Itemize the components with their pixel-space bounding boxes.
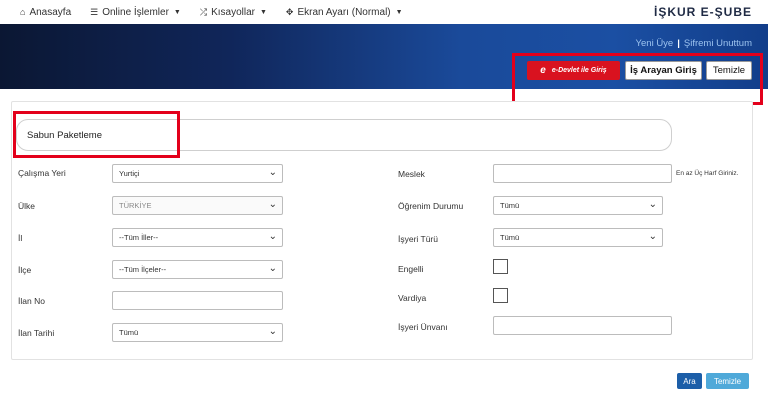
nav-screen-settings-label: Ekran Ayarı (Normal): [297, 6, 391, 18]
caret-down-icon: ▼: [173, 8, 181, 16]
nav-home[interactable]: ⌂ Anasayfa: [20, 7, 71, 18]
forgot-password-link[interactable]: Şifremi Unuttum: [684, 38, 752, 49]
workplace-value: Yurtiçi: [119, 169, 140, 178]
province-label: İl: [18, 233, 23, 243]
employer-title-input[interactable]: [493, 316, 672, 335]
country-value: TÜRKİYE: [119, 201, 152, 210]
chevron-down-icon: ⌄: [268, 199, 277, 210]
chevron-down-icon: ⌄: [648, 231, 657, 242]
account-links: Yeni Üye | Şifremi Unuttum: [636, 38, 752, 49]
nav-online-services[interactable]: ☰ Online İşlemler ▼: [90, 7, 181, 18]
occupation-input[interactable]: [493, 164, 672, 183]
listing-date-select[interactable]: Tümü ⌄: [112, 323, 283, 342]
disabled-label: Engelli: [398, 264, 424, 274]
expand-icon: ✥: [285, 6, 294, 17]
chevron-down-icon: ⌄: [268, 326, 277, 337]
shift-label: Vardiya: [398, 293, 427, 303]
country-label: Ülke: [18, 201, 36, 211]
education-label: Öğrenim Durumu: [398, 201, 464, 211]
education-value: Tümü: [500, 201, 520, 210]
home-icon: ⌂: [20, 7, 26, 17]
top-navbar: ⌂ Anasayfa ☰ Online İşlemler ▼ ⤮ Kısayol…: [0, 0, 768, 24]
listing-date-label: İlan Tarihi: [18, 328, 55, 338]
employer-type-label: İşyeri Türü: [398, 234, 438, 244]
employer-title-label: İşyeri Ünvanı: [398, 322, 448, 332]
nav-screen-settings[interactable]: ✥ Ekran Ayarı (Normal) ▼: [286, 7, 403, 18]
brand-logo[interactable]: İŞKUR E-ŞUBE: [654, 5, 752, 19]
district-label: İlçe: [18, 265, 32, 275]
search-highlight-box: [13, 111, 180, 158]
listing-no-label: İlan No: [18, 296, 45, 306]
chevron-down-icon: ⌄: [268, 231, 277, 242]
occupation-label: Meslek: [398, 169, 425, 179]
caret-down-icon: ▼: [395, 8, 403, 16]
search-button[interactable]: Ara: [677, 373, 702, 389]
nav-shortcuts-label: Kısayollar: [211, 6, 255, 18]
nav-home-label: Anasayfa: [29, 6, 72, 18]
workplace-label: Çalışma Yeri: [18, 168, 66, 178]
chevron-down-icon: ⌄: [648, 199, 657, 210]
employer-type-select[interactable]: Tümü ⌄: [493, 228, 663, 247]
occupation-hint: En az Üç Harf Giriniz.: [676, 170, 739, 177]
new-member-link[interactable]: Yeni Üye: [636, 38, 674, 49]
province-value: --Tüm İller--: [119, 233, 159, 242]
country-select[interactable]: TÜRKİYE ⌄: [112, 196, 283, 215]
clear-button[interactable]: Temizle: [706, 373, 749, 389]
education-select[interactable]: Tümü ⌄: [493, 196, 663, 215]
province-select[interactable]: --Tüm İller-- ⌄: [112, 228, 283, 247]
nav-online-services-label: Online İşlemler: [102, 6, 169, 18]
district-select[interactable]: --Tüm İlçeler-- ⌄: [112, 260, 283, 279]
login-highlight-box: [512, 53, 763, 105]
listing-no-input[interactable]: [112, 291, 283, 310]
employer-type-value: Tümü: [500, 233, 520, 242]
disabled-checkbox[interactable]: [493, 259, 508, 274]
shuffle-icon: ⤮: [199, 6, 208, 17]
nav-shortcuts[interactable]: ⤮ Kısayollar ▼: [200, 7, 267, 18]
chevron-down-icon: ⌄: [268, 167, 277, 178]
shift-checkbox[interactable]: [493, 288, 508, 303]
caret-down-icon: ▼: [259, 8, 267, 16]
listing-date-value: Tümü: [119, 328, 139, 337]
workplace-select[interactable]: Yurtiçi ⌄: [112, 164, 283, 183]
district-value: --Tüm İlçeler--: [119, 265, 167, 274]
list-icon: ☰: [90, 6, 99, 17]
link-separator: |: [677, 38, 680, 49]
chevron-down-icon: ⌄: [268, 263, 277, 274]
